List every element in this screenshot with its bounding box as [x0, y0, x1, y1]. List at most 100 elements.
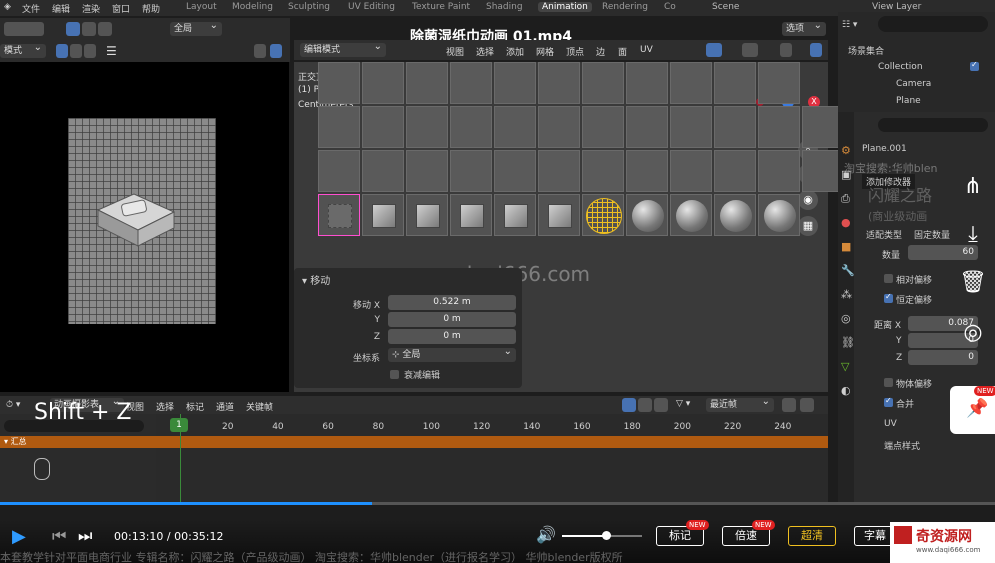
object-tab-icon[interactable]: ■ — [841, 240, 851, 253]
cube-thumb[interactable] — [494, 194, 536, 236]
tl-menu-keyframe[interactable]: 关键帧 — [246, 400, 273, 413]
particles-tab-icon[interactable]: ⁂ — [841, 288, 852, 301]
tab-uv-editing[interactable]: UV Editing — [348, 2, 395, 12]
overlay-toggle-icon[interactable] — [742, 43, 758, 57]
outliner-item-collection[interactable]: Collection — [878, 62, 923, 72]
selected-sphere-thumb[interactable] — [582, 194, 624, 236]
tl-menu-channel[interactable]: 通道 — [216, 400, 234, 413]
camera-view-icon[interactable]: ◉ — [798, 190, 818, 210]
constraints-tab-icon[interactable]: ⛓ — [841, 336, 855, 349]
curve-icon[interactable] — [800, 398, 814, 412]
outliner-menu-icon[interactable]: ☷ ▾ — [842, 20, 857, 30]
coord-system-dropdown[interactable]: ⊹ 全局 — [388, 345, 516, 362]
menu-mesh[interactable]: 网格 — [536, 45, 554, 58]
menu-add[interactable]: 添加 — [506, 45, 524, 58]
menu-help[interactable]: 帮助 — [142, 2, 160, 15]
record-icon[interactable]: ◎ — [958, 318, 988, 348]
merge-checkbox[interactable] — [884, 396, 893, 407]
sphere-thumb[interactable] — [626, 194, 668, 236]
object-offset-checkbox[interactable] — [884, 378, 893, 387]
shading-solid-icon[interactable] — [270, 44, 282, 58]
caps-section[interactable]: 端点样式 — [884, 439, 920, 452]
material-tab-icon[interactable]: ◐ — [841, 384, 851, 397]
fit-type-dropdown[interactable]: 固定数量 — [914, 228, 950, 241]
tab-shading[interactable]: Shading — [486, 2, 523, 12]
face-select-icon[interactable] — [84, 44, 96, 58]
output-tab-icon[interactable]: ⎙ — [841, 192, 850, 206]
outliner-item-camera[interactable]: Camera — [896, 79, 931, 89]
proportional-icon[interactable] — [782, 398, 796, 412]
select-extend-icon[interactable] — [82, 22, 96, 36]
cube-thumb[interactable] — [362, 194, 404, 236]
properties-search-input[interactable] — [878, 118, 988, 132]
data-tab-icon[interactable]: ▽ — [841, 360, 849, 373]
tl-menu-marker[interactable]: 标记 — [186, 400, 204, 413]
tl-menu-select[interactable]: 选择 — [156, 400, 174, 413]
selected-plane-thumb[interactable] — [318, 194, 360, 236]
tool-tab-icon[interactable]: ⚙ — [841, 144, 851, 157]
menu-select[interactable]: 选择 — [476, 45, 494, 58]
summary-row[interactable] — [0, 436, 828, 448]
pin-panel[interactable]: 📌 NEW — [950, 386, 995, 434]
only-selected-icon[interactable] — [622, 398, 636, 412]
scene-collection-label[interactable]: 场景集合 — [848, 44, 884, 57]
distance-z-field[interactable]: 0 — [908, 350, 978, 365]
cube-thumb[interactable] — [406, 194, 448, 236]
menu-render[interactable]: 渲染 — [82, 2, 100, 15]
xray-icon[interactable] — [780, 43, 792, 57]
scene-selector[interactable]: Scene — [712, 2, 739, 12]
tab-texture-paint[interactable]: Texture Paint — [412, 2, 470, 12]
uv-section[interactable]: UV — [884, 419, 897, 429]
pin-icon[interactable]: 📌 — [966, 398, 988, 419]
move-x-field[interactable]: 0.522 m — [388, 295, 516, 310]
object-name-field[interactable]: Plane.001 — [862, 144, 907, 154]
shading-wire-icon[interactable] — [254, 44, 266, 58]
download-icon[interactable]: ⤓ — [958, 220, 988, 250]
orientation-dropdown[interactable]: 全局 — [170, 19, 222, 36]
grid-view-icon[interactable]: ▦ — [798, 216, 818, 236]
quality-button[interactable]: 超清 — [788, 526, 836, 546]
select-subtract-icon[interactable] — [98, 22, 112, 36]
filter-icon[interactable]: ▽ ▾ — [676, 399, 690, 409]
tab-modeling[interactable]: Modeling — [232, 2, 273, 12]
menu-edit[interactable]: 编辑 — [52, 2, 70, 15]
tab-more[interactable]: Co — [664, 2, 676, 12]
proportional-edit-checkbox[interactable] — [390, 370, 399, 379]
tab-layout[interactable]: Layout — [186, 2, 217, 12]
menu-uv[interactable]: UV — [640, 45, 653, 55]
delete-icon[interactable]: 🗑 — [958, 268, 988, 298]
cube-thumb[interactable] — [450, 194, 492, 236]
outliner-search-input[interactable] — [878, 16, 988, 32]
tab-rendering[interactable]: Rendering — [602, 2, 648, 12]
scene-tab-icon[interactable]: ● — [841, 216, 851, 229]
tab-sculpting[interactable]: Sculpting — [288, 2, 330, 12]
volume-icon[interactable]: 🔊 — [536, 525, 556, 544]
prev-icon[interactable]: ⏮ — [52, 526, 66, 546]
dopesheet-area[interactable]: ▾ 汇总 — [0, 414, 828, 502]
share-icon[interactable]: ⋔ — [958, 172, 988, 202]
sphere-thumb[interactable] — [714, 194, 756, 236]
tab-animation[interactable]: Animation — [538, 2, 592, 12]
current-frame-indicator[interactable]: 1 — [170, 418, 188, 432]
view-layer-selector[interactable]: View Layer — [872, 2, 921, 12]
collection-visibility-checkbox[interactable] — [970, 60, 979, 71]
editor-type-button[interactable] — [4, 22, 44, 36]
menu-face[interactable]: 面 — [618, 45, 627, 58]
blender-logo-icon[interactable]: ◈ — [4, 2, 11, 12]
volume-knob[interactable] — [602, 531, 611, 540]
modifier-tab-icon[interactable]: 🔧 — [841, 264, 855, 277]
edit-mode-dropdown[interactable]: 编辑模式 — [300, 40, 386, 57]
select-box-icon[interactable] — [66, 22, 80, 36]
menu-view[interactable]: 视图 — [446, 45, 464, 58]
sphere-thumb[interactable] — [670, 194, 712, 236]
timeline-editor-icon[interactable]: ⏱ ▾ — [6, 400, 20, 410]
move-y-field[interactable]: 0 m — [388, 312, 516, 327]
menu-vertex[interactable]: 顶点 — [566, 45, 584, 58]
constant-offset-checkbox[interactable] — [884, 292, 893, 303]
show-hidden-icon[interactable] — [638, 398, 652, 412]
vertex-select-icon[interactable] — [56, 44, 68, 58]
snap-dropdown[interactable]: 最近帧 — [706, 395, 774, 412]
edge-select-icon[interactable] — [70, 44, 82, 58]
cube-thumb[interactable] — [538, 194, 580, 236]
physics-tab-icon[interactable]: ◎ — [841, 312, 851, 325]
